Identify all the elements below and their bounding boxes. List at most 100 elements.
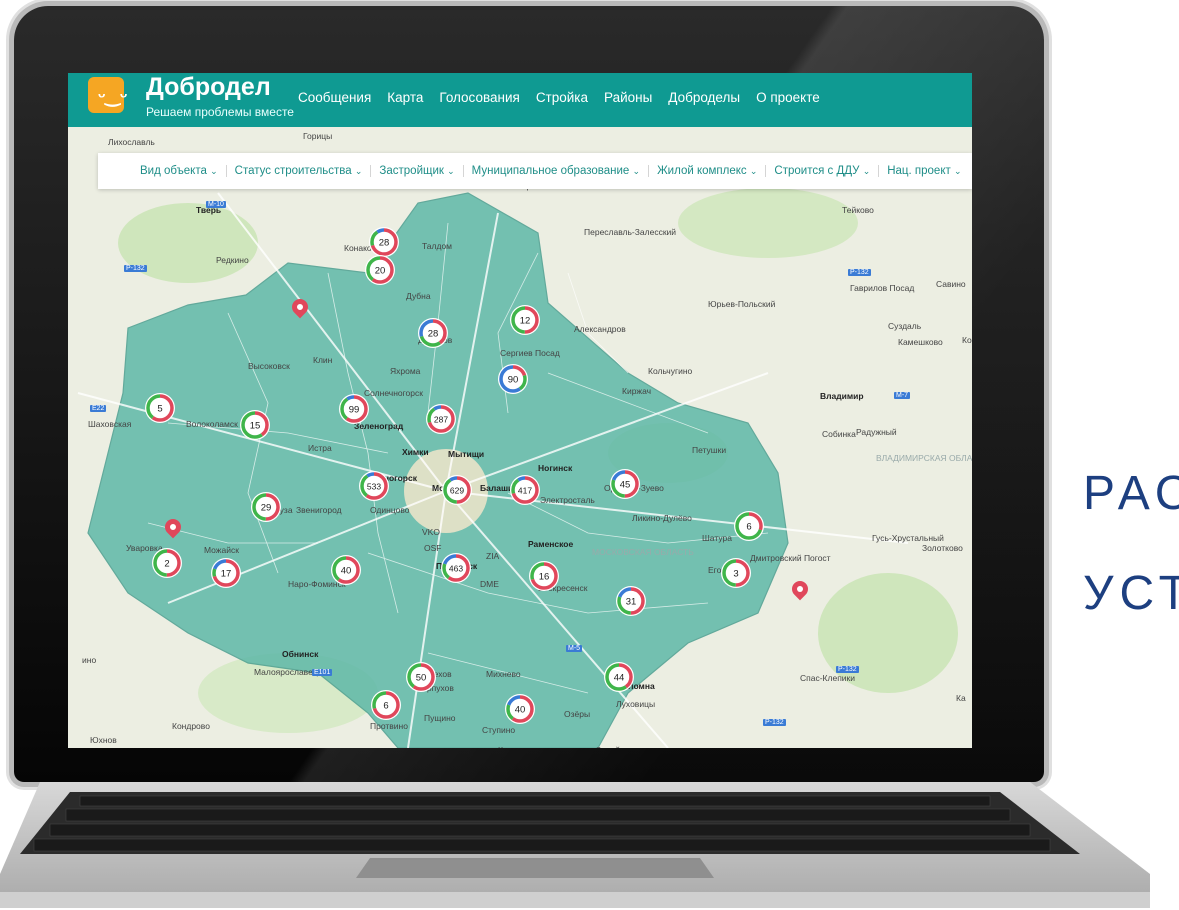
map-label: Шаховская	[88, 419, 132, 429]
cluster-count: 6	[383, 701, 388, 712]
road-sign: Р-132	[763, 719, 786, 726]
cluster-marker[interactable]: 533	[359, 471, 389, 501]
side-text-line2: УСТ	[1083, 567, 1179, 620]
cluster-marker[interactable]: 50	[406, 662, 436, 692]
map-label: Высоковск	[248, 361, 290, 371]
road-sign: М-10	[206, 201, 226, 208]
cluster-marker[interactable]: 31	[616, 586, 646, 616]
cluster-marker[interactable]: 287	[426, 404, 456, 434]
cluster-count: 2	[164, 559, 169, 570]
map-label: Сергиев Посад	[500, 348, 560, 358]
map-label: Электросталь	[540, 495, 595, 505]
cluster-count: 29	[261, 503, 272, 514]
map-label: Ногинск	[538, 463, 573, 473]
cluster-marker[interactable]: 463	[441, 553, 471, 583]
map-label: Гаврилов Посад	[850, 283, 915, 293]
cluster-marker[interactable]: 40	[331, 555, 361, 585]
nav-messages[interactable]: Сообщения	[298, 90, 371, 105]
cluster-marker[interactable]: 12	[510, 305, 540, 335]
laptop-screen: ЛихославльГорицыКимрыНагорьеТверьКонаков…	[68, 73, 972, 748]
cluster-marker[interactable]: 44	[604, 662, 634, 692]
cluster-count: 40	[341, 566, 352, 577]
map-label: Суздаль	[888, 321, 922, 331]
map-label: Петушки	[692, 445, 727, 455]
filter-developer[interactable]: Застройщик ⌄	[371, 165, 464, 177]
cluster-count: 17	[221, 569, 232, 580]
map-label: Горицы	[303, 131, 333, 141]
map-label: Звенигород	[296, 505, 342, 515]
filter-label: Муниципальное образование	[471, 165, 630, 177]
cluster-marker[interactable]: 45	[610, 469, 640, 499]
filter-object-type[interactable]: Вид объекта ⌄	[132, 165, 227, 177]
cluster-marker[interactable]: 2	[152, 548, 182, 578]
road-sign: Р-132	[836, 666, 859, 673]
cluster-count: 50	[416, 673, 427, 684]
filter-construction-status[interactable]: Статус строительства ⌄	[227, 165, 372, 177]
cluster-count: 533	[367, 482, 381, 492]
main-nav: Сообщения Карта Голосования Стройка Райо…	[298, 90, 820, 105]
nav-districts[interactable]: Районы	[604, 90, 652, 105]
logo-subtitle: Решаем проблемы вместе	[146, 105, 294, 119]
nav-votes[interactable]: Голосования	[439, 90, 519, 105]
cluster-marker[interactable]: 5	[145, 393, 175, 423]
cluster-marker[interactable]: 15	[240, 410, 270, 440]
filter-label: Застройщик	[379, 165, 444, 177]
cluster-count: 5	[157, 404, 162, 415]
filter-residential-complex[interactable]: Жилой комплекс ⌄	[649, 165, 767, 177]
map-label: Владимир	[820, 391, 864, 401]
cluster-count: 12	[520, 316, 531, 327]
map-label: Александров	[574, 324, 626, 334]
map-label: ВЛАДИМИРСКАЯ ОБЛАСТЬ	[876, 453, 972, 463]
map-label: Юхнов	[90, 735, 117, 745]
nav-dobrodely[interactable]: Доброделы	[668, 90, 740, 105]
logo-icon[interactable]: ᵕ‿ᵕ	[88, 77, 128, 113]
nav-construction[interactable]: Стройка	[536, 90, 588, 105]
map-label: ино	[82, 655, 97, 665]
map-label: Дубна	[406, 291, 431, 301]
logo-title[interactable]: Добродел	[146, 73, 271, 102]
cluster-count: 45	[620, 480, 631, 491]
cluster-marker[interactable]: 99	[339, 394, 369, 424]
cluster-marker[interactable]: 20	[365, 255, 395, 285]
cluster-marker[interactable]: 3	[721, 558, 751, 588]
cluster-marker[interactable]: 28	[418, 318, 448, 348]
cluster-marker[interactable]: 90	[498, 364, 528, 394]
map-label: Зеленоград	[354, 421, 404, 431]
cluster-marker[interactable]: 417	[510, 475, 540, 505]
cluster-marker[interactable]: 629	[442, 475, 472, 505]
cluster-marker[interactable]: 17	[211, 558, 241, 588]
trackpad	[356, 858, 714, 878]
nav-map[interactable]: Карта	[387, 90, 423, 105]
map-label: Яхрома	[390, 366, 421, 376]
pin-dot	[295, 302, 305, 312]
filter-ddu[interactable]: Строится с ДДУ ⌄	[766, 165, 880, 177]
cluster-marker[interactable]: 6	[371, 690, 401, 720]
pin-dot	[795, 584, 805, 594]
map-label: Волоколамск	[186, 419, 238, 429]
map-label: Шатура	[702, 533, 732, 543]
map-label: Гусь-Хрустальный	[872, 533, 944, 543]
map-label: Золотково	[922, 543, 963, 553]
cluster-marker[interactable]: 29	[251, 492, 281, 522]
map-label: Малоярославец	[254, 667, 318, 677]
cluster-marker[interactable]: 6	[734, 511, 764, 541]
cluster-count: 417	[518, 486, 532, 496]
filter-municipality[interactable]: Муниципальное образование ⌄	[464, 165, 650, 177]
map-label: Спас-Клепики	[800, 673, 856, 683]
cluster-marker[interactable]: 40	[505, 694, 535, 724]
cluster-count: 15	[250, 421, 261, 432]
chevron-down-icon: ⌄	[447, 166, 455, 176]
logo-face-icon: ᵕ‿ᵕ	[98, 86, 128, 106]
nav-about[interactable]: О проекте	[756, 90, 820, 105]
cluster-count: 28	[428, 329, 439, 340]
filter-label: Вид объекта	[140, 165, 207, 177]
chevron-down-icon: ⌄	[749, 166, 758, 176]
map-label: Химки	[402, 447, 429, 457]
cluster-marker[interactable]: 28	[369, 227, 399, 257]
filter-national-project[interactable]: Нац. проект ⌄	[879, 165, 969, 177]
map-label: Ка	[956, 693, 966, 703]
cluster-marker[interactable]: 16	[529, 561, 559, 591]
map-label: Зарайск	[596, 745, 628, 748]
map-label: Собинка	[822, 429, 856, 439]
map-label: Ступино	[482, 725, 516, 735]
